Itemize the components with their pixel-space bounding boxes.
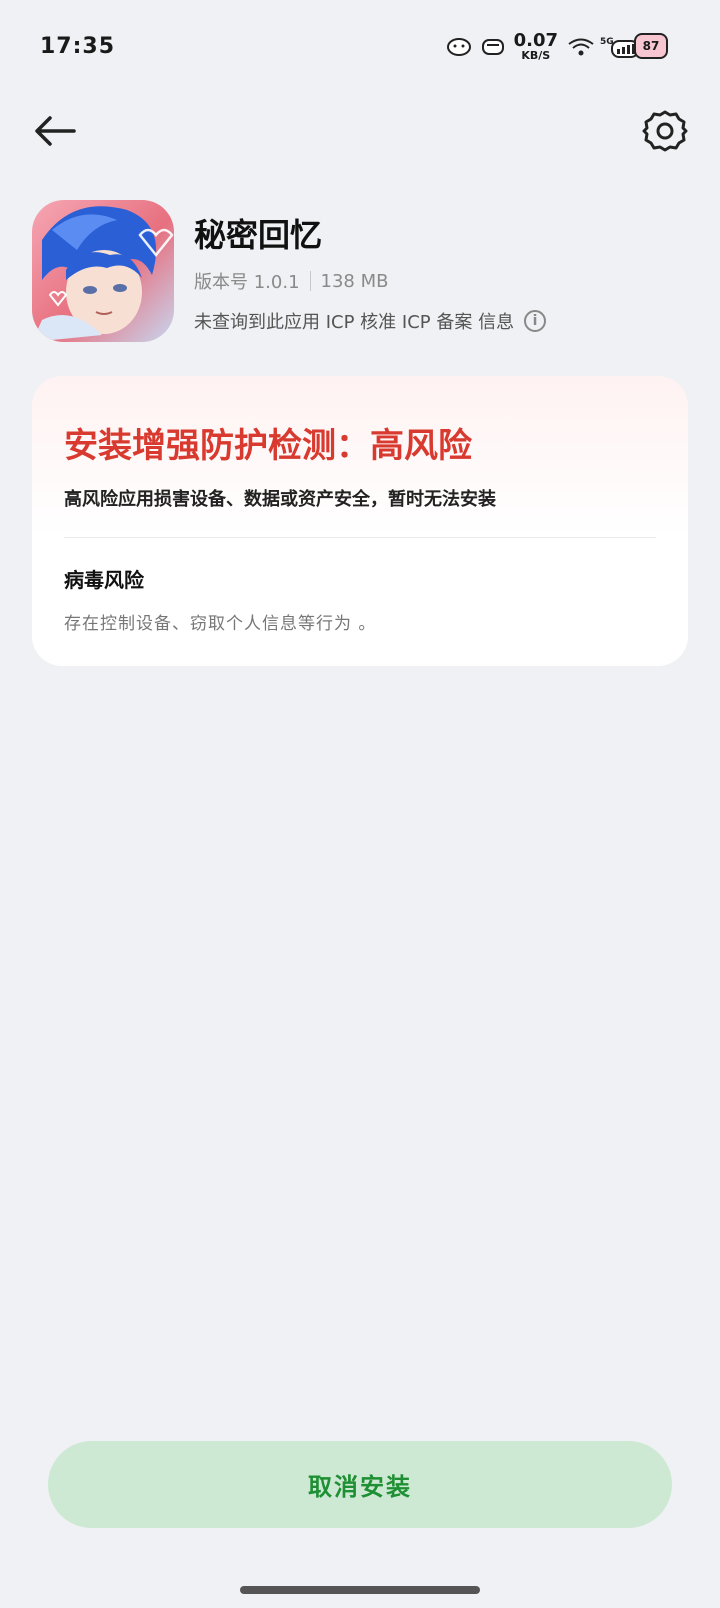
battery-indicator: 87	[634, 33, 668, 59]
gear-icon	[642, 110, 688, 152]
settings-button[interactable]	[640, 106, 690, 156]
risk-description: 高风险应用损害设备、数据或资产安全，暂时无法安装	[64, 489, 496, 510]
app-meta: 版本号 1.0.1 138 MB	[194, 268, 389, 294]
risk-type-description: 存在控制设备、窃取个人信息等行为 。	[64, 614, 377, 634]
network-speed: 0.07 KB/S	[513, 29, 558, 62]
icp-text: 未查询到此应用 ICP 核准 ICP 备案 信息	[194, 312, 515, 333]
app-size: 138 MB	[320, 270, 389, 292]
cancel-install-button[interactable]: 取消安装	[48, 1441, 672, 1528]
risk-type-title: 病毒风险	[64, 568, 144, 592]
status-icons: 0.07 KB/S 5G 87	[446, 30, 668, 62]
status-bar: 17:35 0.07 KB/S 5G 87	[0, 0, 720, 96]
sticker-icon	[446, 35, 472, 57]
app-header: 秘密回忆 版本号 1.0.1 138 MB 未查询到此应用 ICP 核准 ICP…	[32, 200, 688, 350]
meta-divider	[309, 271, 311, 291]
home-indicator[interactable]	[240, 1586, 480, 1594]
risk-card: 安装增强防护检测：高风险 高风险应用损害设备、数据或资产安全，暂时无法安装 病毒…	[32, 376, 688, 666]
icp-info[interactable]: 未查询到此应用 ICP 核准 ICP 备案 信息 i	[194, 308, 547, 334]
back-arrow-icon	[35, 116, 76, 146]
app-version: 版本号 1.0.1	[194, 272, 300, 293]
divider	[64, 537, 656, 538]
app-name: 秘密回忆	[194, 216, 323, 254]
info-icon[interactable]: i	[524, 310, 547, 332]
app-icon	[32, 200, 174, 342]
back-button[interactable]	[30, 106, 80, 156]
wifi-icon	[566, 35, 594, 57]
risk-level-title: 安装增强防护检测：高风险	[64, 426, 472, 466]
top-bar	[0, 96, 720, 168]
sticker-icon	[480, 35, 506, 57]
status-time: 17:35	[40, 34, 116, 59]
signal-icon: 5G	[600, 35, 639, 58]
